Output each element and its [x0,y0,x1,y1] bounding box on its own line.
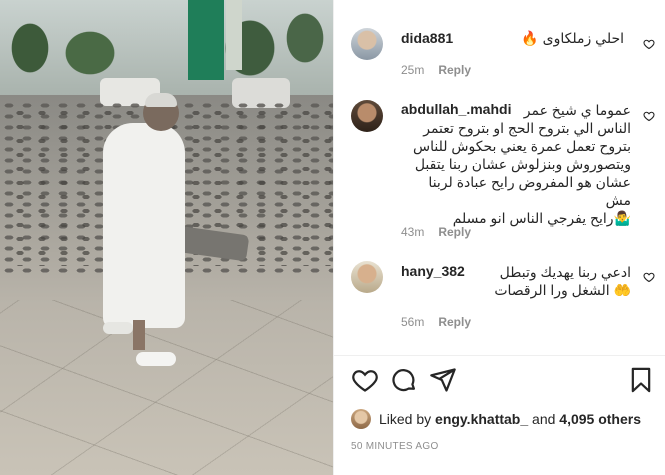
comment-meta: 25m Reply [401,63,471,77]
comment-meta: 43m Reply [401,225,471,239]
reply-button[interactable]: Reply [438,315,471,329]
avatar[interactable] [351,28,383,60]
comment-time[interactable]: 43m [401,225,424,239]
likes-count[interactable]: 4,095 others [559,411,641,427]
share-icon[interactable] [429,366,457,394]
comment-username[interactable]: dida881 [401,30,453,46]
reply-button[interactable]: Reply [438,63,471,77]
comment-time[interactable]: 56m [401,315,424,329]
video-person [103,93,185,350]
post-actions [334,366,665,396]
liked-by-user[interactable]: engy.khattab_ [435,411,528,427]
bookmark-icon[interactable] [627,366,655,394]
likes-prefix: Liked by [379,411,432,427]
instagram-post: dida881 احلي زملكاوى 🔥 25m Reply abdullah… [0,0,665,475]
avatar[interactable] [351,261,383,293]
likes-summary: Liked by engy.khattab_ and 4,095 others [351,408,641,430]
heart-icon[interactable] [351,366,379,394]
comment-like-icon[interactable] [643,110,655,122]
post-timestamp[interactable]: 50 MINUTES AGO [351,441,439,452]
comment-like-icon[interactable] [643,271,655,283]
comments-panel: dida881 احلي زملكاوى 🔥 25m Reply abdullah… [333,0,665,475]
reply-button[interactable]: Reply [438,225,471,239]
comment-text: احلي زملكاوى 🔥 [521,30,624,46]
avatar[interactable] [351,409,371,429]
comment-text: ادعي ربنا يهديك وتبطل 🤲 الشغل ورا الرقصا… [494,264,631,298]
post-video[interactable] [0,0,333,475]
comment-like-icon[interactable] [643,38,655,50]
comment-meta: 56m Reply [401,315,471,329]
comment-icon[interactable] [390,366,418,394]
comment-time[interactable]: 25m [401,63,424,77]
comment-text: عموما ي شيخ عمر الناس الي بتروح الحج او … [413,102,631,226]
likes-and: and [532,411,556,427]
avatar[interactable] [351,100,383,132]
divider [334,355,665,356]
